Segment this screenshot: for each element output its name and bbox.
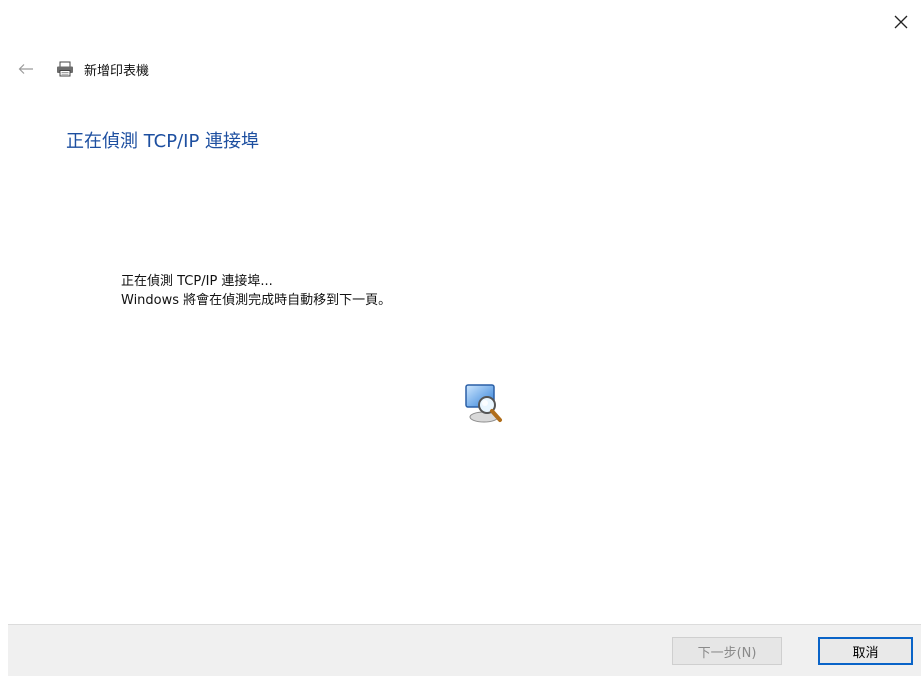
close-button[interactable] — [891, 12, 911, 32]
close-icon — [894, 15, 908, 29]
wizard-title: 新增印表機 — [84, 63, 150, 79]
wizard-header: 新增印表機 — [16, 58, 149, 80]
status-message: 正在偵測 TCP/IP 連接埠... Windows 將會在偵測完成時自動移到下… — [121, 272, 391, 310]
next-button[interactable]: 下一步(N) — [672, 637, 782, 665]
cancel-button[interactable]: 取消 — [818, 637, 913, 665]
status-message-line-1: 正在偵測 TCP/IP 連接埠... — [121, 274, 273, 289]
page-heading: 正在偵測 TCP/IP 連接埠 — [66, 131, 260, 152]
status-message-line-2: Windows 將會在偵測完成時自動移到下一頁。 — [121, 293, 392, 308]
back-arrow-icon — [18, 64, 33, 74]
detect-magnifier-icon — [461, 381, 507, 427]
back-button[interactable] — [16, 59, 36, 79]
printer-icon — [56, 60, 74, 78]
wizard-footer: 下一步(N) 取消 — [8, 624, 921, 676]
